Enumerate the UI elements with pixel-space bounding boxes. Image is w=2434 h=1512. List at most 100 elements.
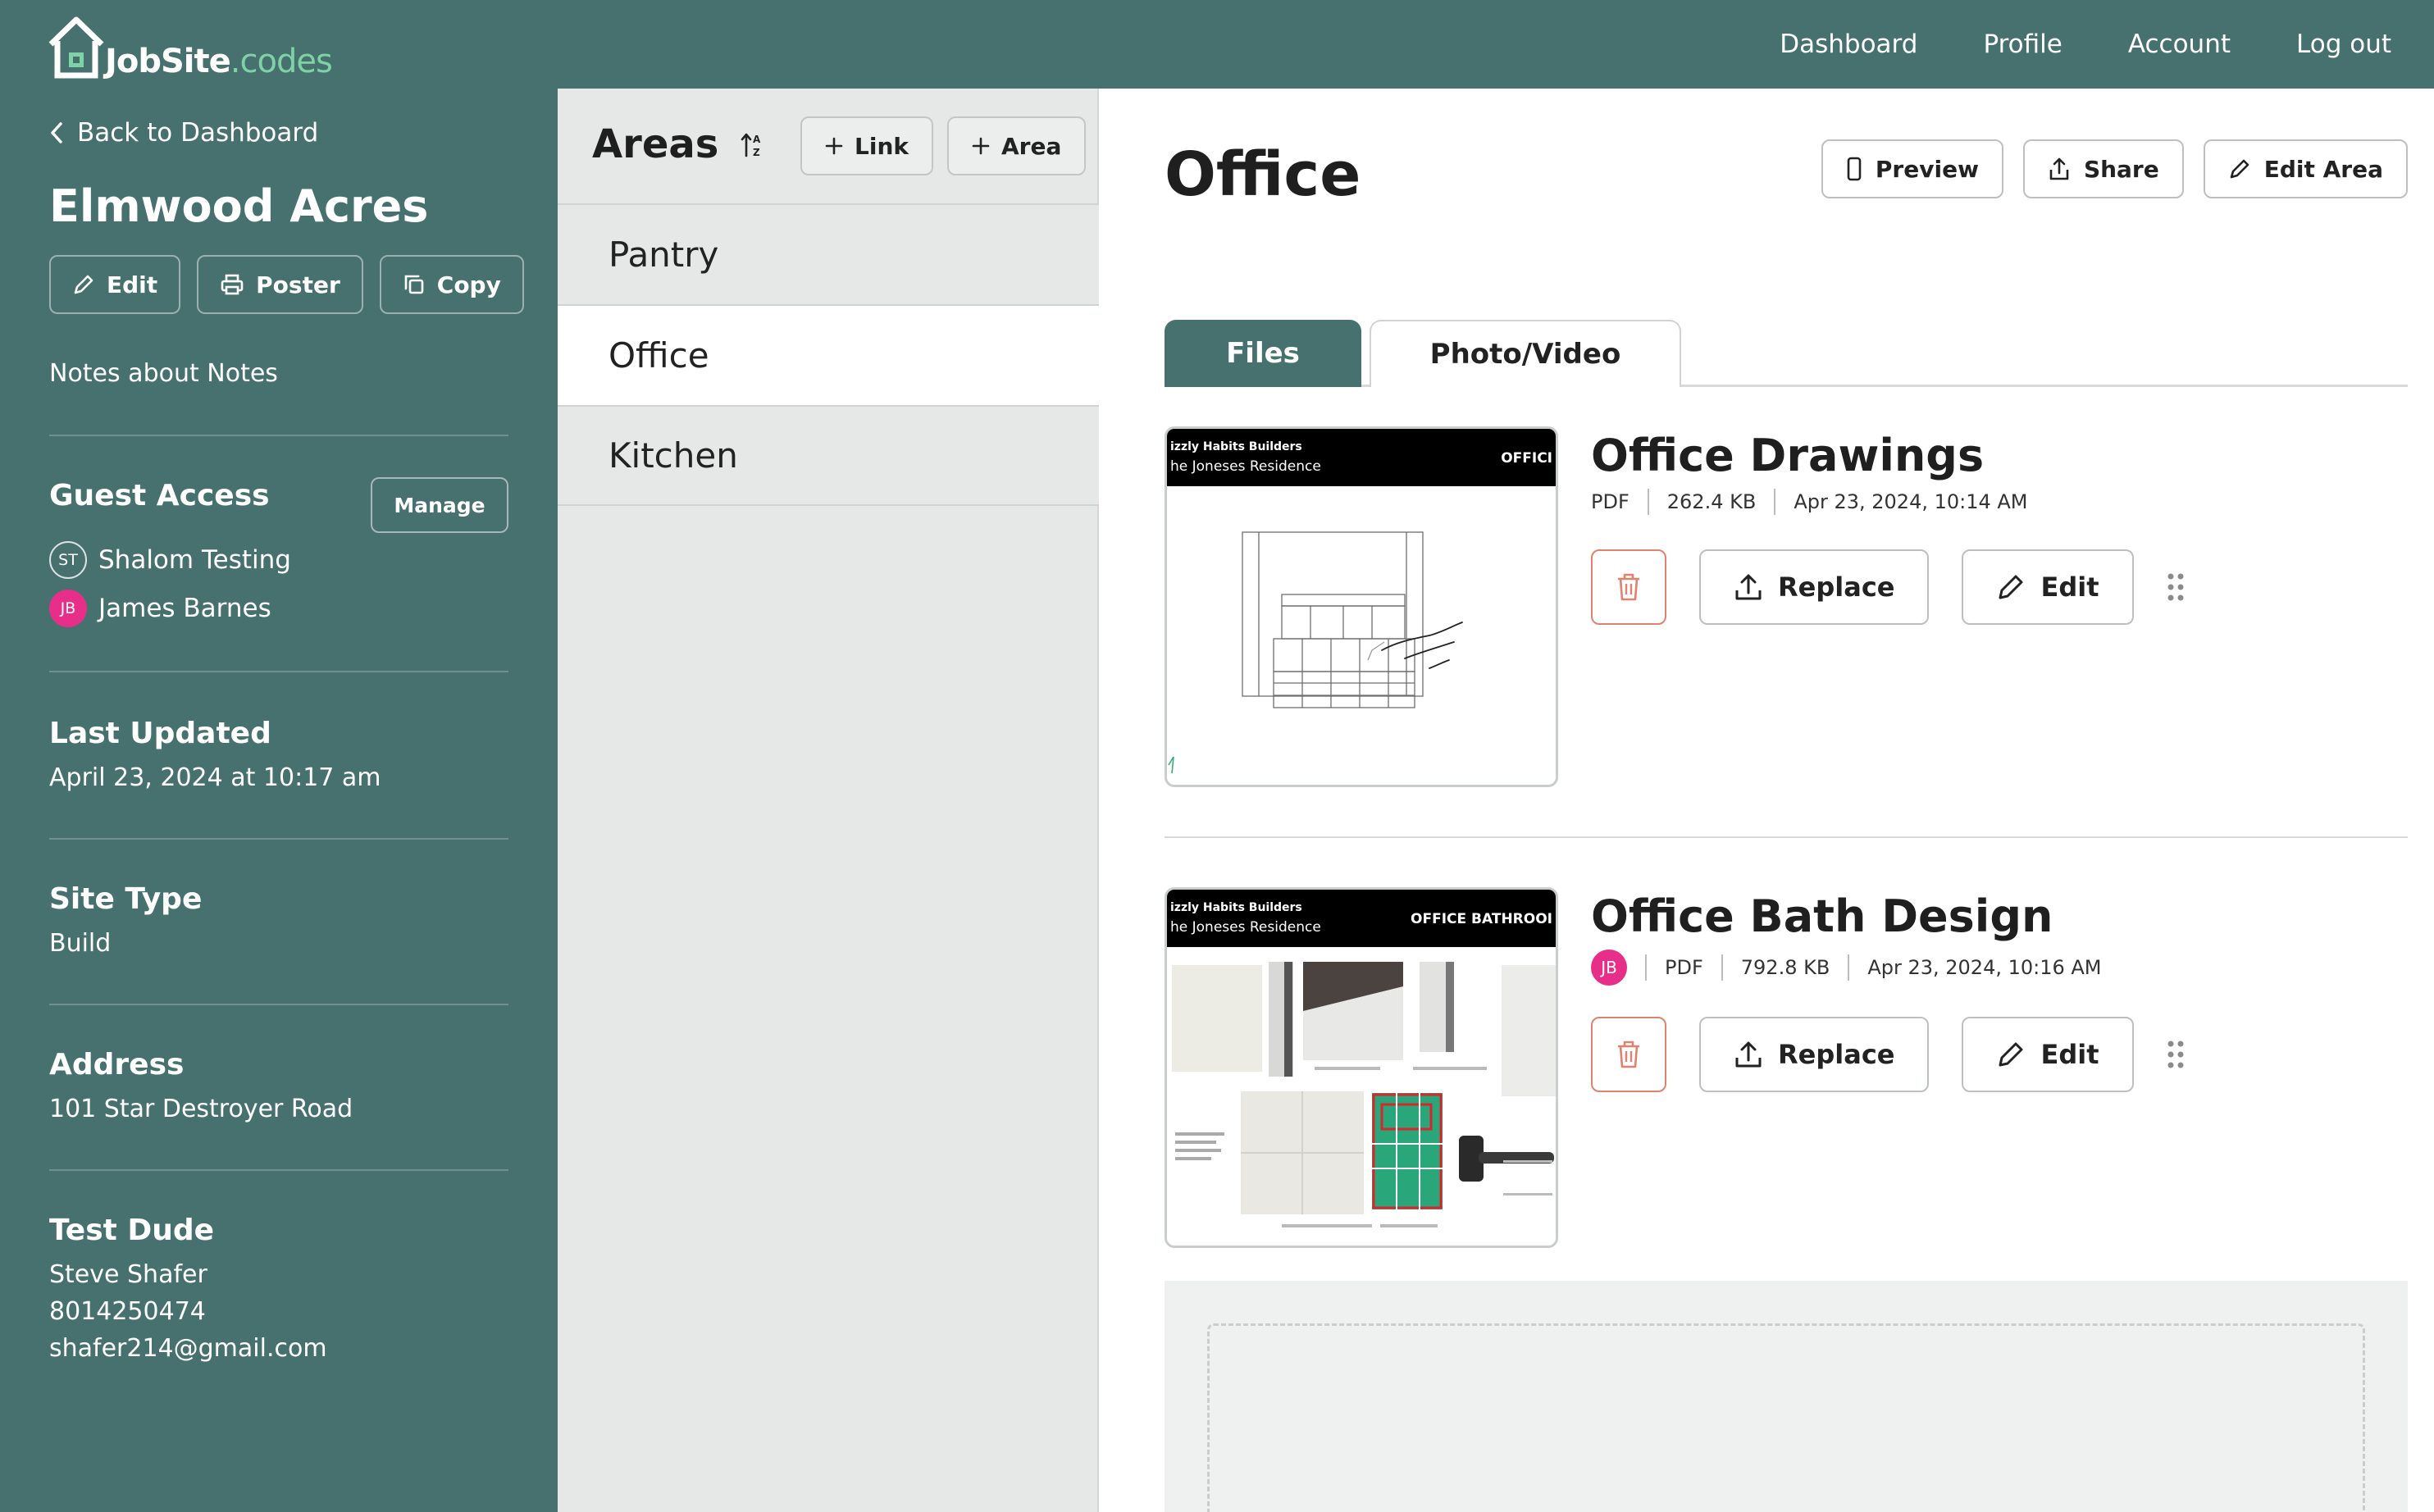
- preview-button[interactable]: Preview: [1821, 139, 2003, 198]
- nav-account[interactable]: Account: [2128, 30, 2231, 59]
- link-label: Link: [855, 132, 909, 160]
- copy-button[interactable]: Copy: [379, 255, 524, 314]
- guest-item[interactable]: ST Shalom Testing: [49, 541, 291, 579]
- project-title: Elmwood Acres: [49, 180, 429, 232]
- replace-file-button[interactable]: Replace: [1699, 549, 1930, 625]
- area-actions: Preview Share Edit Area: [1821, 139, 2408, 198]
- copy-label: Copy: [436, 271, 501, 298]
- add-area-button[interactable]: Area: [947, 116, 1087, 175]
- edit-file-label: Edit: [2040, 1039, 2099, 1070]
- edit-file-button[interactable]: Edit: [1962, 1017, 2134, 1092]
- contact-phone: 8014250474: [49, 1297, 206, 1326]
- file-actions: Replace Edit: [1591, 549, 2185, 625]
- nav-dashboard[interactable]: Dashboard: [1780, 30, 1917, 59]
- back-to-dashboard-link[interactable]: Back to Dashboard: [49, 118, 318, 148]
- site-type-value: Build: [49, 929, 112, 958]
- file-thumbnail[interactable]: izzly Habits Builders he Joneses Residen…: [1165, 426, 1558, 787]
- divider: [49, 435, 508, 436]
- divider: [49, 1004, 508, 1005]
- file-dropzone[interactable]: [1165, 1281, 2408, 1512]
- nav-profile[interactable]: Profile: [1983, 30, 2062, 59]
- edit-file-button[interactable]: Edit: [1962, 549, 2134, 625]
- file-type: PDF: [1665, 956, 1703, 979]
- top-bar: JobSite.codes Dashboard Profile Account …: [0, 0, 2434, 89]
- project-sidebar: Back to Dashboard Elmwood Acres Edit Pos…: [0, 89, 558, 1512]
- file-date: Apr 23, 2024, 10:16 AM: [1867, 956, 2102, 979]
- content-tabs: Files Photo/Video: [1165, 320, 2408, 387]
- sort-icon[interactable]: A Z: [740, 131, 764, 159]
- project-notes: Notes about Notes: [49, 359, 278, 388]
- drag-handle-icon[interactable]: [2167, 1040, 2185, 1069]
- drawing-preview-image: [1168, 531, 1463, 774]
- tab-photo-video[interactable]: Photo/Video: [1370, 320, 1681, 387]
- poster-button[interactable]: Poster: [197, 255, 363, 314]
- main-nav: Dashboard Profile Account Log out: [1780, 0, 2391, 89]
- area-item-pantry[interactable]: Pantry: [558, 203, 1099, 304]
- area-detail: Office Preview Share Edit Area Files Pho…: [1099, 89, 2434, 1512]
- address-title: Address: [49, 1048, 185, 1082]
- last-updated-value: April 23, 2024 at 10:17 am: [49, 763, 381, 792]
- area-item-kitchen[interactable]: Kitchen: [558, 405, 1099, 506]
- edit-label: Edit: [107, 271, 158, 298]
- svg-text:A: A: [753, 134, 761, 145]
- manage-guests-button[interactable]: Manage: [371, 477, 508, 533]
- add-link-button[interactable]: Link: [800, 116, 933, 175]
- replace-file-button[interactable]: Replace: [1699, 1017, 1930, 1092]
- area-item-office[interactable]: Office: [558, 304, 1099, 405]
- upload-icon: [1735, 1041, 1762, 1068]
- plus-icon: [825, 137, 843, 155]
- file-meta: PDF 262.4 KB Apr 23, 2024, 10:14 AM: [1591, 489, 2028, 515]
- thumbnail-tag: OFFICI: [1501, 450, 1552, 467]
- guest-access-title: Guest Access: [49, 479, 270, 512]
- thumbnail-header: izzly Habits Builders he Joneses Residen…: [1167, 429, 1556, 486]
- delete-file-button[interactable]: [1591, 1017, 1666, 1092]
- plus-icon: [972, 137, 990, 155]
- area-title: Office: [1165, 139, 1361, 210]
- logo-text: JobSite.codes: [105, 43, 333, 80]
- back-label: Back to Dashboard: [77, 118, 319, 148]
- dropzone-border: [1207, 1323, 2365, 1512]
- file-type: PDF: [1591, 490, 1630, 513]
- divider: [49, 671, 508, 672]
- pencil-icon: [74, 275, 93, 294]
- avatar: JB: [49, 590, 87, 627]
- phone-icon: [1847, 157, 1862, 181]
- share-icon: [2049, 157, 2069, 180]
- file-thumbnail[interactable]: izzly Habits Builders he Joneses Residen…: [1165, 887, 1558, 1248]
- house-logo-icon: [48, 16, 104, 79]
- file-meta: JB PDF 792.8 KB Apr 23, 2024, 10:16 AM: [1591, 950, 2102, 986]
- area-label: Area: [1001, 132, 1062, 160]
- share-button[interactable]: Share: [2022, 139, 2184, 198]
- area-list: Pantry Office Kitchen: [558, 203, 1099, 506]
- chevron-left-icon: [51, 122, 62, 143]
- nav-logout[interactable]: Log out: [2296, 30, 2391, 59]
- pencil-icon: [1999, 1042, 2023, 1067]
- logo[interactable]: JobSite.codes: [48, 11, 333, 80]
- file-name[interactable]: Office Drawings: [1591, 430, 1984, 481]
- pencil-icon: [2230, 159, 2249, 179]
- share-label: Share: [2083, 155, 2159, 183]
- guest-item[interactable]: JB James Barnes: [49, 590, 271, 627]
- tab-files[interactable]: Files: [1165, 320, 1361, 387]
- preview-label: Preview: [1875, 155, 1979, 183]
- svg-text:Z: Z: [753, 147, 760, 158]
- meta-separator: [1647, 489, 1649, 515]
- meta-separator: [1774, 489, 1776, 515]
- contact-title: Test Dude: [49, 1214, 215, 1247]
- edit-area-button[interactable]: Edit Area: [2203, 139, 2408, 198]
- file-date: Apr 23, 2024, 10:14 AM: [1794, 490, 2028, 513]
- guest-name: Shalom Testing: [98, 545, 291, 575]
- file-actions: Replace Edit: [1591, 1017, 2185, 1092]
- contact-name: Steve Shafer: [49, 1260, 207, 1289]
- uploader-avatar: JB: [1591, 950, 1627, 986]
- upload-icon: [1735, 574, 1762, 600]
- thumbnail-header: izzly Habits Builders he Joneses Residen…: [1167, 890, 1556, 947]
- drag-handle-icon[interactable]: [2167, 572, 2185, 602]
- site-type-title: Site Type: [49, 882, 203, 916]
- file-name[interactable]: Office Bath Design: [1591, 890, 2053, 942]
- pencil-icon: [1999, 575, 2023, 599]
- printer-icon: [221, 274, 244, 295]
- replace-label: Replace: [1778, 1039, 1895, 1070]
- delete-file-button[interactable]: [1591, 549, 1666, 625]
- edit-project-button[interactable]: Edit: [49, 255, 181, 314]
